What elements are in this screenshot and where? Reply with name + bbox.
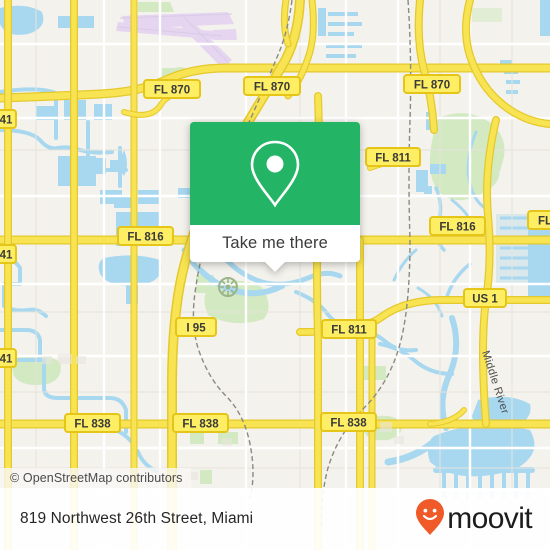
address-label: 819 Northwest 26th Street, Miami [20, 510, 254, 527]
svg-text:41: 41 [0, 115, 13, 127]
shield-fl811-1: FL 811 [365, 147, 421, 167]
location-pin-icon [246, 139, 304, 209]
svg-text:41: 41 [0, 250, 13, 262]
svg-text:FL 838: FL 838 [182, 419, 219, 431]
shield-fl838-2: FL 838 [172, 413, 229, 433]
svg-text:FL 838: FL 838 [74, 419, 111, 431]
shield-fl838-1: FL 838 [64, 413, 121, 433]
shield-us441-1: 41 [0, 109, 17, 129]
shield-us441-2: 41 [0, 244, 17, 264]
shield-i95: I 95 [175, 317, 217, 337]
svg-text:41: 41 [0, 354, 13, 366]
take-me-there-popup[interactable]: Take me there [190, 122, 360, 272]
svg-text:FL 838: FL 838 [330, 418, 367, 430]
shield-fl816-1: FL 816 [117, 226, 174, 246]
shield-fl870-1: FL 870 [143, 79, 201, 99]
moovit-logo[interactable]: moovit [415, 498, 533, 541]
svg-text:FL: FL [538, 216, 550, 228]
popup-icon-area [190, 122, 360, 225]
shield-us441-3: 41 [0, 348, 17, 368]
popup-pointer [264, 261, 286, 272]
svg-text:FL 870: FL 870 [154, 85, 190, 97]
popup-action-bar[interactable]: Take me there [190, 225, 360, 272]
moovit-wordmark: moovit [447, 502, 532, 535]
shield-us1: US 1 [463, 288, 507, 308]
moovit-map-screenshot: .hwy-case { stroke:#e4c92c; fill:none; s… [0, 0, 550, 550]
svg-text:I 95: I 95 [186, 323, 206, 335]
svg-text:FL 816: FL 816 [439, 222, 475, 234]
shield-fl870-2: FL 870 [243, 76, 301, 96]
shield-fl811-2: FL 811 [321, 319, 377, 339]
shield-fl816-2: FL 816 [429, 216, 486, 236]
moovit-pin-icon [415, 498, 445, 541]
svg-text:FL 870: FL 870 [414, 80, 450, 92]
shield-fl870-3: FL 870 [403, 74, 461, 94]
svg-text:FL 870: FL 870 [254, 82, 290, 94]
cemetery-icon [218, 277, 238, 297]
svg-text:FL 811: FL 811 [375, 153, 411, 165]
shield-fl838-3: FL 838 [320, 412, 377, 432]
svg-text:FL 816: FL 816 [127, 232, 163, 244]
bottom-bar: 819 Northwest 26th Street, Miami moovit [0, 488, 550, 550]
osm-attribution[interactable]: © OpenStreetMap contributors [0, 468, 191, 488]
svg-text:US 1: US 1 [472, 294, 498, 306]
shield-fl-right-edge: FL [527, 210, 550, 230]
svg-text:FL 811: FL 811 [331, 325, 367, 337]
take-me-there-label: Take me there [222, 234, 328, 252]
